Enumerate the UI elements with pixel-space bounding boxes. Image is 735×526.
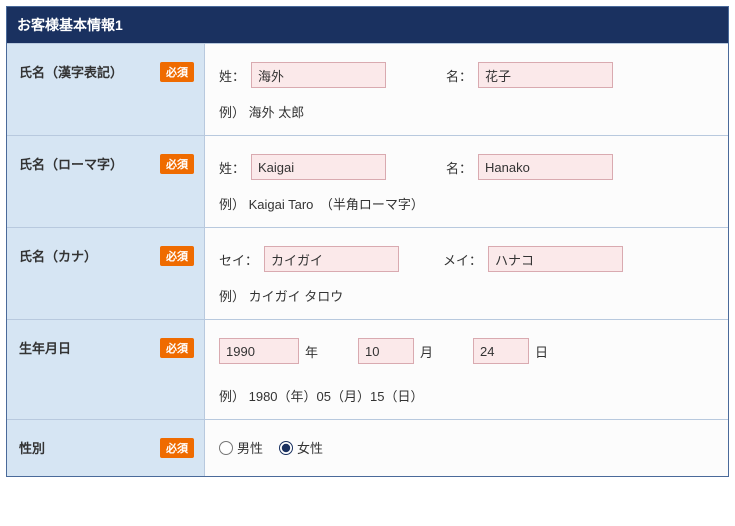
required-badge: 必須 (160, 438, 194, 458)
value-cell: 姓： 名： 例） 海外 太郎 (205, 44, 728, 135)
required-badge: 必須 (160, 338, 194, 358)
kanji-sei-input[interactable] (251, 62, 386, 88)
row-dob: 生年月日 必須 年 月 日 例） 1980（年）05（月）15（日） (7, 319, 728, 419)
field-label: 氏名（カナ） (19, 246, 97, 265)
example-text: 例） Kaigai Taro （半角ローマ字） (219, 194, 714, 213)
field-label: 氏名（漢字表記） (19, 62, 123, 81)
required-badge: 必須 (160, 62, 194, 82)
gender-male-radio[interactable] (219, 441, 233, 455)
mei-label: 名： (446, 158, 472, 177)
dob-month-input[interactable] (358, 338, 414, 364)
value-cell: 姓： 名： 例） Kaigai Taro （半角ローマ字） (205, 136, 728, 227)
row-name-roman: 氏名（ローマ字） 必須 姓： 名： 例） Kaigai Taro （半角ローマ字… (7, 135, 728, 227)
gender-female-radio[interactable] (279, 441, 293, 455)
dob-day-input[interactable] (473, 338, 529, 364)
gender-female-option[interactable]: 女性 (279, 438, 323, 457)
sei-label: セイ： (219, 250, 258, 269)
row-name-kanji: 氏名（漢字表記） 必須 姓： 名： 例） 海外 太郎 (7, 43, 728, 135)
mei-label: 名： (446, 66, 472, 85)
example-text: 例） カイガイ タロウ (219, 286, 714, 305)
kana-sei-input[interactable] (264, 246, 399, 272)
roman-mei-input[interactable] (478, 154, 613, 180)
label-cell: 氏名（漢字表記） 必須 (7, 44, 205, 135)
gender-male-label: 男性 (237, 438, 263, 457)
example-text: 例） 海外 太郎 (219, 102, 714, 121)
year-label: 年 (305, 342, 318, 361)
value-cell: セイ： メイ： 例） カイガイ タロウ (205, 228, 728, 319)
kana-mei-input[interactable] (488, 246, 623, 272)
field-label: 氏名（ローマ字） (19, 154, 123, 173)
sei-label: 姓： (219, 158, 245, 177)
day-label: 日 (535, 342, 548, 361)
kanji-mei-input[interactable] (478, 62, 613, 88)
mei-label: メイ： (443, 250, 482, 269)
required-badge: 必須 (160, 154, 194, 174)
sei-label: 姓： (219, 66, 245, 85)
row-gender: 性別 必須 男性 女性 (7, 419, 728, 476)
label-cell: 性別 必須 (7, 420, 205, 476)
label-cell: 氏名（カナ） 必須 (7, 228, 205, 319)
label-cell: 生年月日 必須 (7, 320, 205, 419)
gender-female-label: 女性 (297, 438, 323, 457)
field-label: 性別 (19, 438, 45, 457)
value-cell: 男性 女性 (205, 420, 728, 476)
required-badge: 必須 (160, 246, 194, 266)
row-name-kana: 氏名（カナ） 必須 セイ： メイ： 例） カイガイ タロウ (7, 227, 728, 319)
dob-year-input[interactable] (219, 338, 299, 364)
value-cell: 年 月 日 例） 1980（年）05（月）15（日） (205, 320, 728, 419)
example-text: 例） 1980（年）05（月）15（日） (219, 386, 714, 405)
field-label: 生年月日 (19, 338, 71, 357)
gender-male-option[interactable]: 男性 (219, 438, 263, 457)
customer-basic-info-panel: お客様基本情報1 氏名（漢字表記） 必須 姓： 名： 例） 海外 太郎 氏名（ロ… (6, 6, 729, 477)
roman-sei-input[interactable] (251, 154, 386, 180)
panel-title: お客様基本情報1 (7, 7, 728, 43)
label-cell: 氏名（ローマ字） 必須 (7, 136, 205, 227)
month-label: 月 (420, 342, 433, 361)
